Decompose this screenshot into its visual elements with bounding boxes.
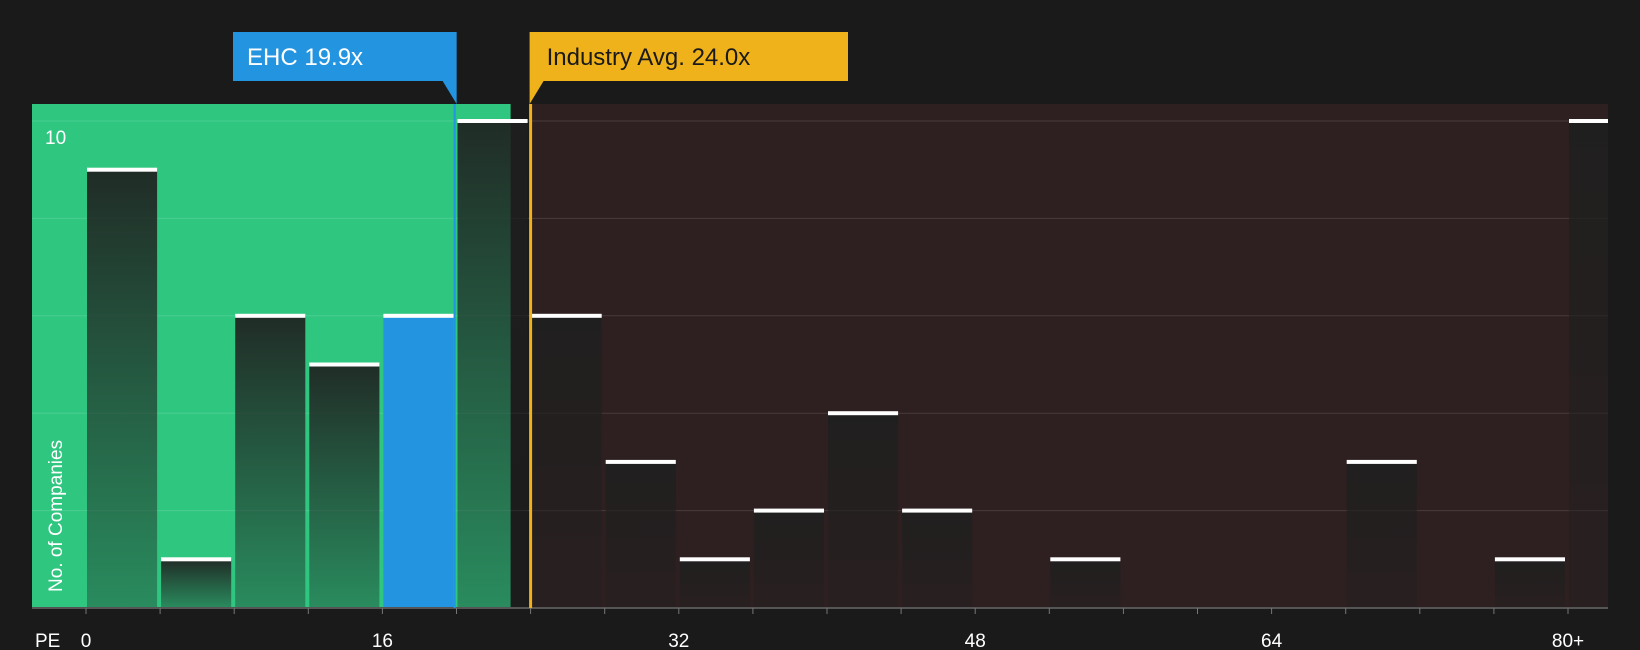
bar [753, 510, 824, 608]
bar-cap [457, 119, 528, 123]
bar-cap [1050, 557, 1121, 562]
bar-cap [161, 557, 232, 562]
company-callout-label: EHC 19.9x [247, 44, 363, 71]
bar-cap [87, 167, 158, 172]
bar [87, 169, 158, 608]
bar [309, 364, 380, 608]
y-axis-label: No. of Companies [46, 440, 67, 592]
x-tick-label: 32 [668, 631, 689, 650]
bar [1050, 559, 1121, 608]
bar [1346, 461, 1417, 608]
bar-cap [605, 459, 676, 464]
bar-cap [309, 362, 380, 367]
x-tick-label: 80+ [1552, 631, 1584, 650]
pe-distribution-chart: PE 0 16 32 48 64 80+ No. of Companies 10 EHC 1… [0, 0, 1640, 650]
bar [828, 413, 899, 608]
bar-cap [531, 313, 602, 318]
bar [161, 559, 232, 608]
bar-cap [828, 411, 899, 416]
industry-callout-label: Industry Avg. 24.0x [547, 44, 751, 71]
bar-cap [902, 508, 973, 513]
bar-cap [235, 313, 306, 318]
bar [605, 461, 676, 608]
bar [1569, 121, 1608, 608]
x-tick-label: 16 [372, 631, 393, 650]
bar-cap [753, 508, 824, 513]
bar-cap [383, 313, 454, 318]
bar [235, 315, 306, 608]
overvalued-zone [530, 104, 1608, 608]
bar-cap [679, 557, 750, 562]
bar-cap [1569, 119, 1608, 123]
bar [457, 121, 528, 608]
bar [902, 510, 973, 608]
x-tick-label: 64 [1261, 631, 1283, 650]
bar [383, 315, 454, 608]
x-axis-label: PE [35, 631, 60, 650]
bar-cap [1494, 557, 1565, 562]
bar [1494, 559, 1565, 608]
x-tick-label: 0 [81, 631, 92, 650]
y-tick-label: 10 [45, 128, 66, 149]
bar [679, 559, 750, 608]
bar [531, 315, 602, 608]
x-tick-label: 48 [965, 631, 986, 650]
bar-cap [1346, 459, 1417, 464]
